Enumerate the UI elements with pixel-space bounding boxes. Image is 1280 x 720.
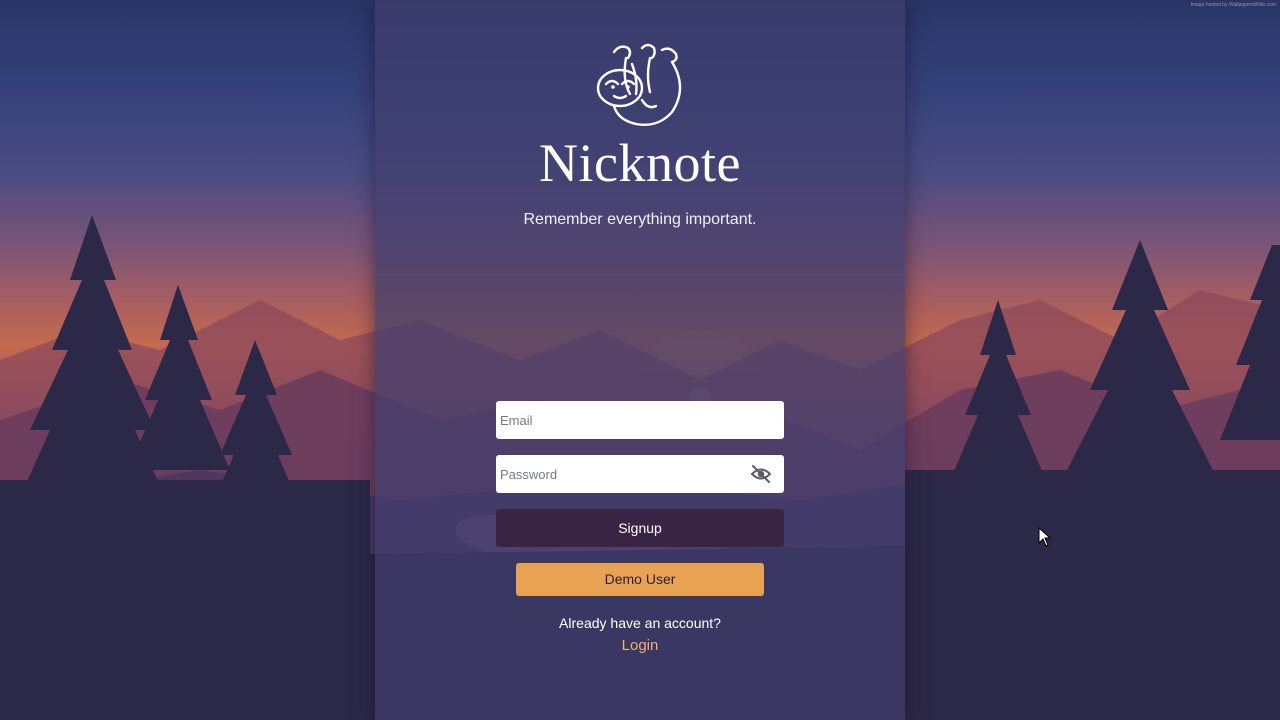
already-account-text: Already have an account? — [559, 615, 721, 631]
login-link[interactable]: Login — [622, 637, 659, 654]
app-title: Nicknote — [539, 133, 741, 193]
mouse-cursor-icon — [1038, 527, 1052, 547]
email-input[interactable] — [496, 401, 784, 439]
password-input[interactable] — [496, 455, 784, 493]
signup-button[interactable]: Signup — [496, 509, 784, 547]
sloth-icon — [596, 43, 682, 126]
image-credit: Image hosted by WallpapersWide.com — [1190, 2, 1276, 8]
demo-user-button[interactable]: Demo User — [516, 563, 764, 596]
auth-panel: Nicknote Remember everything important. … — [375, 0, 905, 720]
login-link-row: Login — [375, 637, 905, 654]
password-field[interactable] — [496, 455, 784, 493]
app-tagline: Remember everything important. — [523, 211, 757, 228]
background-scene: Image hosted by WallpapersWide.com Nickn… — [0, 0, 1280, 720]
eye-slash-icon[interactable] — [750, 464, 772, 484]
email-field[interactable] — [496, 401, 784, 439]
